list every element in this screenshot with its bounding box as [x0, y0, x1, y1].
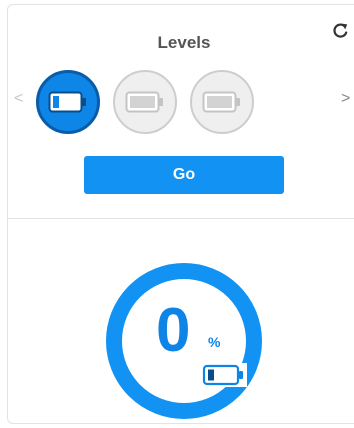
- page-title: Levels: [157, 33, 211, 52]
- battery-status: [201, 363, 247, 387]
- progress-value: 0: [156, 296, 191, 365]
- battery-icon: [125, 91, 163, 113]
- battery-low-icon: [48, 91, 86, 113]
- level-3-button[interactable]: [190, 70, 254, 134]
- next-levels-button[interactable]: >: [341, 91, 350, 107]
- prev-levels-button[interactable]: <: [14, 91, 23, 107]
- level-2-button[interactable]: [113, 70, 177, 134]
- section-divider: [7, 218, 354, 219]
- level-1-button[interactable]: [36, 70, 100, 134]
- battery-low-icon: [202, 364, 243, 386]
- progress-unit: %: [208, 334, 221, 350]
- go-button[interactable]: Go: [84, 156, 284, 194]
- battery-icon: [202, 91, 240, 113]
